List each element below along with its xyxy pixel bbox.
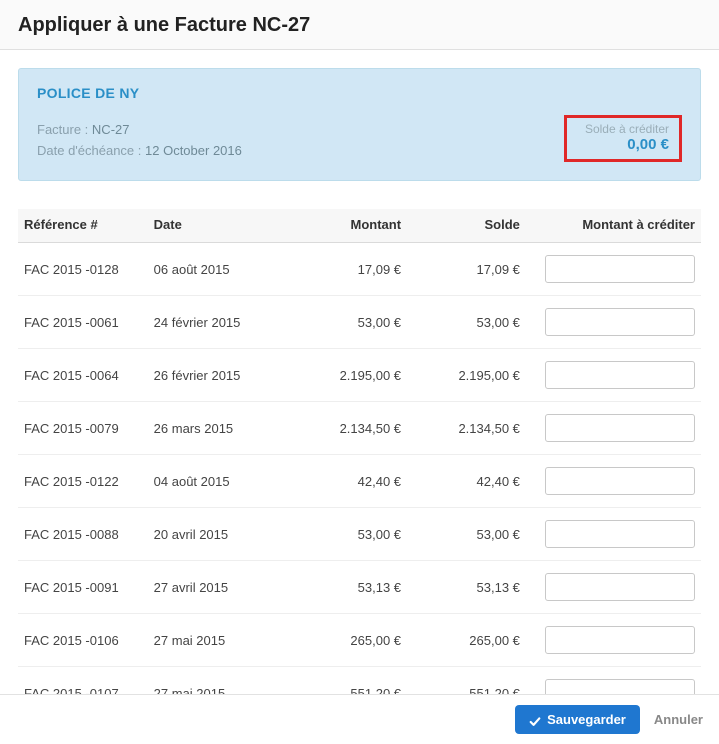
- cell-reference: FAC 2015 -0122: [18, 455, 148, 508]
- col-header-credit: Montant à créditer: [526, 209, 701, 243]
- invoice-table: Référence # Date Montant Solde Montant à…: [18, 209, 701, 694]
- col-header-date[interactable]: Date: [148, 209, 288, 243]
- cell-amount: 53,00 €: [288, 508, 407, 561]
- cell-date: 06 août 2015: [148, 243, 288, 296]
- client-name: POLICE DE NY: [37, 85, 682, 101]
- cell-balance: 265,00 €: [407, 614, 526, 667]
- cell-date: 04 août 2015: [148, 455, 288, 508]
- invoice-table-body: FAC 2015 -012806 août 201517,09 €17,09 €…: [18, 243, 701, 695]
- cell-balance: 2.195,00 €: [407, 349, 526, 402]
- modal-title: Appliquer à une Facture NC-27: [18, 14, 701, 37]
- cell-balance: 53,00 €: [407, 508, 526, 561]
- cell-credit-input: [526, 349, 701, 402]
- cell-reference: FAC 2015 -0107: [18, 667, 148, 695]
- save-button[interactable]: Sauvegarder: [515, 705, 640, 734]
- cancel-button[interactable]: Annuler: [654, 712, 703, 727]
- credit-amount-input[interactable]: [545, 520, 695, 548]
- table-row: FAC 2015 -008820 avril 201553,00 €53,00 …: [18, 508, 701, 561]
- save-button-label: Sauvegarder: [547, 712, 626, 727]
- cell-amount: 53,00 €: [288, 296, 407, 349]
- table-row: FAC 2015 -012806 août 201517,09 €17,09 €: [18, 243, 701, 296]
- table-row: FAC 2015 -010627 mai 2015265,00 €265,00 …: [18, 614, 701, 667]
- cell-amount: 53,13 €: [288, 561, 407, 614]
- table-row: FAC 2015 -006124 février 201553,00 €53,0…: [18, 296, 701, 349]
- credit-amount-input[interactable]: [545, 467, 695, 495]
- cell-reference: FAC 2015 -0079: [18, 402, 148, 455]
- credit-summary-box: POLICE DE NY Facture : NC-27 Date d'éché…: [18, 68, 701, 181]
- info-left: Facture : NC-27 Date d'échéance : 12 Oct…: [37, 120, 242, 162]
- apply-credit-modal: Appliquer à une Facture NC-27 POLICE DE …: [0, 0, 719, 744]
- credit-amount-input[interactable]: [545, 679, 695, 694]
- credit-balance-label: Solde à créditer: [577, 122, 669, 136]
- modal-body[interactable]: POLICE DE NY Facture : NC-27 Date d'éché…: [0, 50, 719, 694]
- cell-date: 24 février 2015: [148, 296, 288, 349]
- cell-date: 27 avril 2015: [148, 561, 288, 614]
- cell-credit-input: [526, 296, 701, 349]
- credit-amount-input[interactable]: [545, 626, 695, 654]
- cell-date: 20 avril 2015: [148, 508, 288, 561]
- modal-footer: Sauvegarder Annuler: [0, 694, 719, 744]
- cell-amount: 42,40 €: [288, 455, 407, 508]
- invoice-table-head: Référence # Date Montant Solde Montant à…: [18, 209, 701, 243]
- info-row: Facture : NC-27 Date d'échéance : 12 Oct…: [37, 115, 682, 162]
- cell-balance: 42,40 €: [407, 455, 526, 508]
- cell-balance: 2.134,50 €: [407, 402, 526, 455]
- col-header-balance[interactable]: Solde: [407, 209, 526, 243]
- col-header-amount[interactable]: Montant: [288, 209, 407, 243]
- cell-reference: FAC 2015 -0064: [18, 349, 148, 402]
- cell-date: 27 mai 2015: [148, 614, 288, 667]
- col-header-reference[interactable]: Référence #: [18, 209, 148, 243]
- cell-date: 26 février 2015: [148, 349, 288, 402]
- invoice-line: Facture : NC-27: [37, 120, 242, 141]
- cell-reference: FAC 2015 -0106: [18, 614, 148, 667]
- cell-date: 27 mai 2015: [148, 667, 288, 695]
- cell-reference: FAC 2015 -0091: [18, 561, 148, 614]
- check-icon: [529, 715, 541, 725]
- credit-balance-amount: 0,00 €: [577, 136, 669, 153]
- cell-amount: 17,09 €: [288, 243, 407, 296]
- cell-reference: FAC 2015 -0128: [18, 243, 148, 296]
- cell-credit-input: [526, 667, 701, 695]
- cell-balance: 17,09 €: [407, 243, 526, 296]
- credit-amount-input[interactable]: [545, 361, 695, 389]
- due-date: 12 October 2016: [145, 143, 242, 158]
- cell-amount: 2.195,00 €: [288, 349, 407, 402]
- cell-date: 26 mars 2015: [148, 402, 288, 455]
- cell-credit-input: [526, 455, 701, 508]
- modal-header: Appliquer à une Facture NC-27: [0, 0, 719, 50]
- credit-balance-box: Solde à créditer 0,00 €: [564, 115, 682, 162]
- cell-credit-input: [526, 402, 701, 455]
- credit-amount-input[interactable]: [545, 414, 695, 442]
- cell-credit-input: [526, 561, 701, 614]
- cell-credit-input: [526, 243, 701, 296]
- invoice-number: NC-27: [92, 122, 130, 137]
- credit-amount-input[interactable]: [545, 573, 695, 601]
- cell-balance: 551,20 €: [407, 667, 526, 695]
- invoice-label: Facture :: [37, 122, 88, 137]
- table-row: FAC 2015 -012204 août 201542,40 €42,40 €: [18, 455, 701, 508]
- credit-amount-input[interactable]: [545, 255, 695, 283]
- cell-amount: 2.134,50 €: [288, 402, 407, 455]
- cell-amount: 551,20 €: [288, 667, 407, 695]
- table-row: FAC 2015 -007926 mars 20152.134,50 €2.13…: [18, 402, 701, 455]
- cell-reference: FAC 2015 -0088: [18, 508, 148, 561]
- table-row: FAC 2015 -010727 mai 2015551,20 €551,20 …: [18, 667, 701, 695]
- cell-credit-input: [526, 614, 701, 667]
- cell-reference: FAC 2015 -0061: [18, 296, 148, 349]
- due-label: Date d'échéance :: [37, 143, 141, 158]
- credit-amount-input[interactable]: [545, 308, 695, 336]
- cell-balance: 53,13 €: [407, 561, 526, 614]
- table-row: FAC 2015 -009127 avril 201553,13 €53,13 …: [18, 561, 701, 614]
- table-row: FAC 2015 -006426 février 20152.195,00 €2…: [18, 349, 701, 402]
- cell-credit-input: [526, 508, 701, 561]
- cell-balance: 53,00 €: [407, 296, 526, 349]
- cell-amount: 265,00 €: [288, 614, 407, 667]
- due-line: Date d'échéance : 12 October 2016: [37, 141, 242, 162]
